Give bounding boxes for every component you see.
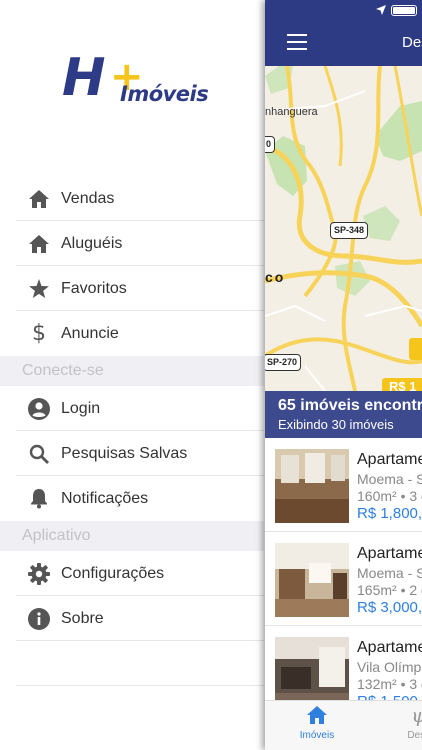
listing-price: R$ 3,000,000	[357, 599, 422, 616]
map-label-anhanguera: nhanguera	[265, 106, 318, 118]
menu-label: Pesquisas Salvas	[61, 444, 188, 462]
home-icon	[22, 188, 56, 210]
location-arrow-icon	[376, 5, 386, 15]
menu-label: Configurações	[61, 564, 165, 582]
side-drawer: H + Imóveis Vendas Aluguéis Favoritos $ …	[0, 0, 266, 750]
listing-title: Apartamento	[357, 545, 422, 562]
menu-item-sobre[interactable]: Sobre	[0, 596, 264, 641]
search-icon	[22, 443, 56, 465]
listing-price: R$ 1,800,000	[357, 505, 422, 522]
home-icon	[297, 701, 337, 729]
listing-title: Apartamento	[357, 451, 422, 468]
logo: H + Imóveis	[58, 48, 209, 118]
battery-icon	[391, 5, 417, 16]
tab-desejos[interactable]: ψ Dese	[399, 701, 422, 741]
menu-item-configuracoes[interactable]: Configurações	[0, 551, 264, 596]
results-count: 65 imóveis encontrados	[278, 397, 422, 414]
gear-icon	[22, 562, 56, 585]
star-icon	[22, 278, 56, 300]
listing-address: Vila Olímpia	[357, 659, 422, 675]
map-view[interactable]: nhanguera co 0 SP-348 SP-270 R$ 1	[265, 66, 422, 394]
map-road-shield-sp348: SP-348	[330, 222, 369, 239]
dollar-icon: $	[32, 321, 46, 346]
tab-bar: Imóveis ψ Dese	[265, 700, 422, 750]
listing-size: 165m² • 2 quartos	[357, 582, 422, 598]
menu-item-pesquisas-salvas[interactable]: Pesquisas Salvas	[0, 431, 264, 476]
menu-label: Login	[61, 399, 101, 417]
main-panel[interactable]: Dese nhanguera co	[265, 0, 422, 750]
listing-item[interactable]: Apartamento Moema - São Paulo 165m² • 2 …	[265, 532, 422, 626]
tab-label: Dese	[407, 730, 422, 741]
nav-bar: Dese	[265, 0, 422, 66]
menu-item-notificacoes[interactable]: Notificações	[0, 476, 264, 521]
menu-label: Sobre	[61, 609, 104, 627]
results-subtitle: Exibindo 30 imóveis	[278, 417, 394, 432]
info-icon	[22, 607, 56, 630]
nav-title: Dese	[402, 34, 422, 51]
menu-item-login[interactable]: Login	[0, 386, 264, 431]
section-header-conecte: Conecte-se	[0, 356, 264, 386]
divider	[16, 685, 264, 686]
wish-icon: ψ	[399, 701, 422, 729]
listing-title: Apartamento	[357, 639, 422, 656]
account-icon	[22, 397, 56, 420]
drawer-menu: Vendas Aluguéis Favoritos $ Anuncie Cone…	[0, 176, 264, 641]
logo-wordmark: Imóveis	[120, 82, 209, 106]
listing-item[interactable]: Apartamento Moema - São Paulo 160m² • 3 …	[265, 438, 422, 532]
listing-photo	[275, 449, 349, 523]
listing-size: 132m² • 3 quartos	[357, 676, 422, 692]
tab-label: Imóveis	[299, 730, 335, 741]
menu-item-alugueis[interactable]: Aluguéis	[0, 221, 264, 266]
menu-item-favoritos[interactable]: Favoritos	[0, 266, 264, 311]
map-road-shield-sp270: SP-270	[265, 354, 302, 371]
listing-size: 160m² • 3 quartos	[357, 488, 422, 504]
hamburger-menu-icon[interactable]	[287, 34, 307, 50]
map-label-city: co	[265, 269, 286, 285]
tab-imoveis[interactable]: Imóveis	[297, 701, 337, 741]
menu-label: Notificações	[61, 489, 149, 507]
listing-address: Moema - São Paulo	[357, 471, 422, 487]
bell-icon	[22, 488, 56, 510]
section-header-aplicativo: Aplicativo	[0, 521, 264, 551]
menu-item-anuncie[interactable]: $ Anuncie	[0, 311, 264, 356]
home-icon	[22, 233, 56, 255]
listing-address: Moema - São Paulo	[357, 565, 422, 581]
menu-label: Vendas	[61, 189, 115, 207]
menu-label: Favoritos	[61, 279, 127, 297]
results-banner: 65 imóveis encontrados Exibindo 30 imóve…	[265, 391, 422, 438]
logo-mark: H	[62, 48, 105, 108]
menu-item-vendas[interactable]: Vendas	[0, 176, 264, 221]
menu-label: Aluguéis	[61, 234, 123, 252]
map-road-shield: 0	[265, 136, 276, 153]
listing-photo	[275, 543, 349, 617]
menu-label: Anuncie	[61, 324, 119, 342]
